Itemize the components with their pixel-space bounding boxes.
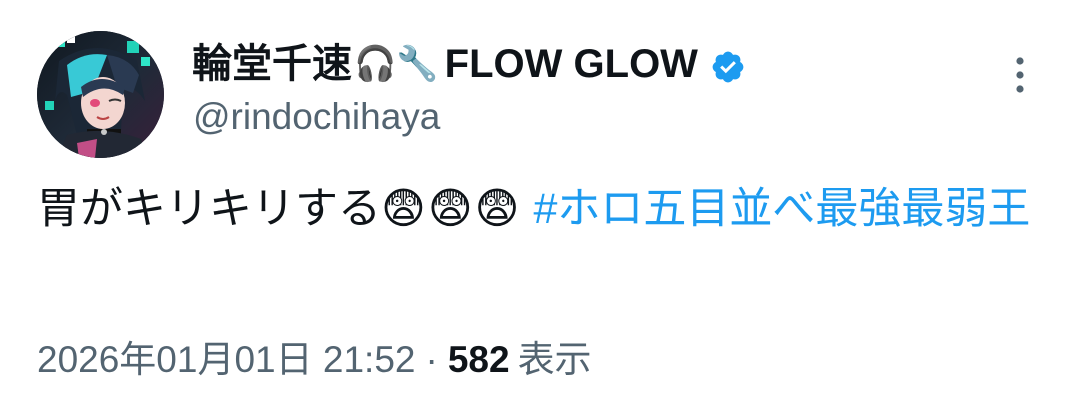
tweet-meta: 2026年01月01日 21:52 · 582 表示 bbox=[37, 336, 592, 384]
tweet-text: 胃がキリキリする😨😨😨 #ホロ五目並べ最強最弱王 bbox=[37, 176, 1047, 243]
display-name-jp: 輪堂千速 bbox=[192, 42, 352, 86]
avatar[interactable] bbox=[37, 31, 164, 158]
author-handle[interactable]: @rindochihaya bbox=[193, 94, 440, 140]
timestamp[interactable]: 2026年01月01日 21:52 bbox=[37, 339, 416, 380]
headphone-wrench-emoji: 🎧🔧 bbox=[354, 44, 439, 84]
more-vertical-icon[interactable] bbox=[1006, 54, 1034, 98]
tweet-body: 胃がキリキリする bbox=[37, 185, 381, 233]
hashtag-link[interactable]: #ホロ五目並べ最強最弱王 bbox=[533, 185, 1030, 233]
author-display-name[interactable]: 輪堂千速 🎧🔧 FLOW GLOW bbox=[192, 38, 746, 90]
meta-separator: · bbox=[425, 339, 438, 380]
avatar-image bbox=[37, 31, 164, 158]
display-name-latin: FLOW GLOW bbox=[444, 42, 698, 86]
verified-badge-icon bbox=[710, 46, 746, 83]
views-count: 582 bbox=[447, 339, 510, 380]
views-label: 表示 bbox=[517, 339, 592, 380]
fearful-face-emoji: 😨😨😨 bbox=[381, 184, 522, 234]
